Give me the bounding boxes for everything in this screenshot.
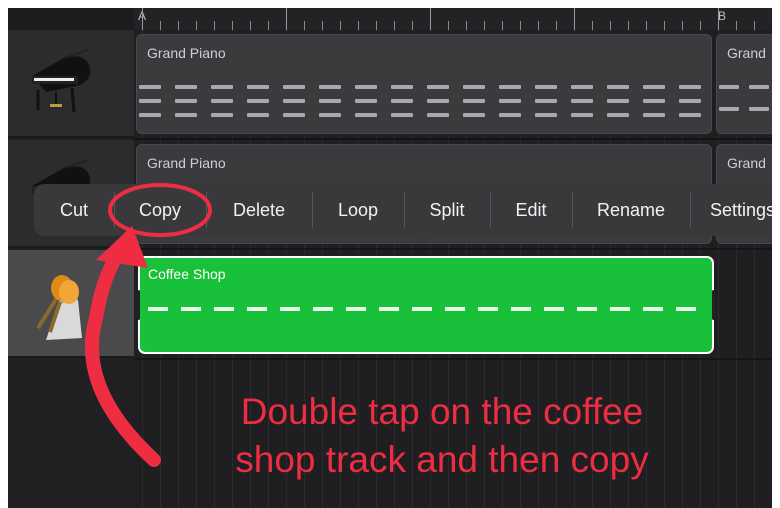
annotation-line-2: shop track and then copy: [235, 439, 649, 480]
instruction-annotation: Double tap on the coffee shop track and …: [182, 388, 702, 484]
garageband-tracks-view: A B: [8, 8, 772, 508]
copy-highlight-circle: [108, 183, 212, 237]
annotation-line-1: Double tap on the coffee: [240, 391, 644, 432]
curved-arrow-shaft: [84, 239, 161, 467]
